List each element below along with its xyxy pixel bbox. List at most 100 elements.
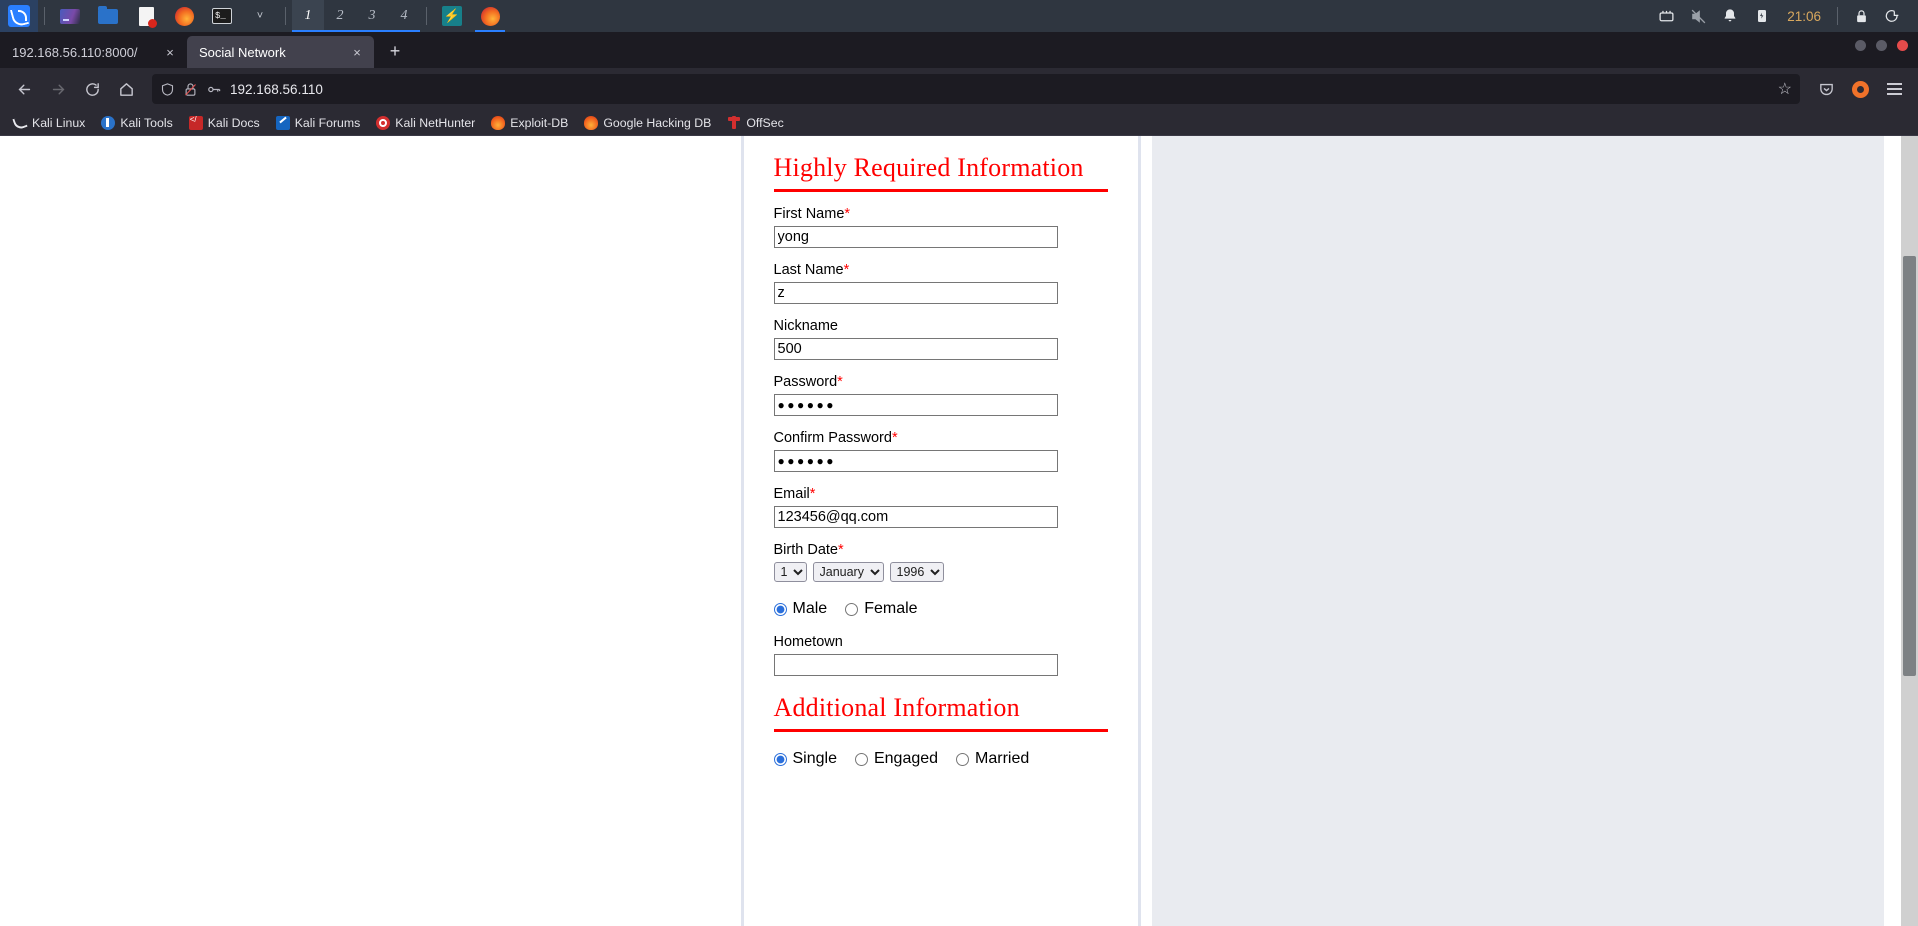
tab-close-icon[interactable]: × [161,43,179,61]
relationship-married-label: Married [975,750,1030,767]
text-editor-icon[interactable] [127,0,165,32]
bookmark-offsec[interactable]: OffSec [720,114,790,132]
last-name-input[interactable] [773,282,1058,304]
relationship-married-radio[interactable] [956,752,970,766]
field-last-name: Last Name* [773,262,1108,304]
bookmark-kali-forums[interactable]: Kali Forums [269,114,368,132]
birth-year-select[interactable]: 1996 [889,562,944,582]
network-icon[interactable] [1651,0,1681,32]
home-button[interactable] [110,73,142,105]
window-controls [1855,40,1908,51]
required-asterisk: * [844,206,851,222]
page-scrollbar[interactable] [1901,136,1918,926]
file-manager-icon[interactable] [89,0,127,32]
gender-male-radio[interactable] [773,602,787,616]
bookmark-label: Kali Linux [32,115,86,130]
relationship-option-single[interactable]: Single [773,750,837,768]
confirm-password-input[interactable] [773,450,1058,472]
relationship-single-radio[interactable] [773,752,787,766]
workspace-switcher-icon[interactable] [51,0,89,32]
workspace-1[interactable]: 1 [292,0,324,32]
kali-menu-icon[interactable] [0,0,38,32]
signup-form-container: Highly Required Information First Name* … [740,136,1141,926]
kali-tools-icon [101,115,116,130]
clock[interactable]: 21:06 [1779,9,1829,24]
back-button[interactable] [8,73,40,105]
maximize-button[interactable] [1876,40,1887,51]
field-birth-date: Birth Date* 1 January 1996 [773,542,1108,582]
password-label: Password* [773,374,843,390]
bookmark-kali-linux[interactable]: Kali Linux [6,114,92,132]
tab-social-network[interactable]: Social Network × [187,36,374,68]
extension-orange-icon[interactable] [1844,73,1876,105]
required-asterisk: * [843,262,850,278]
tab-close-icon[interactable]: × [348,43,366,61]
tray-divider [1837,7,1838,25]
tab-192-168-56-110-8000[interactable]: 192.168.56.110:8000/ × [0,36,187,68]
bookmark-label: Exploit-DB [510,115,569,130]
relationship-radio-group: Single Engaged Married [773,750,1108,768]
volume-muted-icon[interactable] [1683,0,1713,32]
bookmark-google-hacking-db[interactable]: Google Hacking DB [577,114,718,132]
hometown-input[interactable] [773,654,1058,676]
zap-window-icon[interactable]: ⚡ [433,0,471,32]
gender-female-radio[interactable] [845,602,859,616]
bell-icon[interactable] [1715,0,1745,32]
close-window-button[interactable] [1897,40,1908,51]
relationship-option-married[interactable]: Married [956,750,1029,768]
bookmark-label: Kali NetHunter [395,115,476,130]
google-hacking-db-icon [584,115,599,130]
kali-docs-icon [188,115,203,130]
bookmark-star-icon[interactable]: ☆ [1778,79,1792,99]
nickname-input[interactable] [773,338,1058,360]
first-name-input[interactable] [773,226,1058,248]
bookmark-kali-nethunter[interactable]: Kali NetHunter [369,114,482,132]
email-input[interactable] [773,506,1058,528]
relationship-engaged-radio[interactable] [854,752,868,766]
minimize-button[interactable] [1855,40,1866,51]
chevron-down-icon[interactable]: ˅ [241,0,279,32]
bookmark-exploit-db[interactable]: Exploit-DB [484,114,575,132]
kali-dragon-icon [13,116,27,130]
bookmark-kali-tools[interactable]: Kali Tools [94,114,179,132]
gender-male-label: Male [792,600,828,617]
address-bar[interactable]: 192.168.56.110 ☆ [152,74,1800,104]
scrollbar-thumb[interactable] [1903,256,1916,676]
key-icon[interactable] [206,82,222,97]
reload-button[interactable] [76,73,108,105]
pocket-icon[interactable] [1810,73,1842,105]
shield-icon[interactable] [160,82,175,97]
birth-month-select[interactable]: January [812,562,884,582]
relationship-option-engaged[interactable]: Engaged [854,750,938,768]
terminal-glyph: $_ [212,8,232,24]
workspace-4[interactable]: 4 [388,0,420,32]
bookmark-label: Kali Docs [207,115,260,130]
bookmark-kali-docs[interactable]: Kali Docs [182,114,267,132]
lock-icon[interactable] [1846,0,1876,32]
birth-day-select[interactable]: 1 [773,562,807,582]
last-name-label: Last Name* [773,262,850,278]
field-confirm-password: Confirm Password* [773,430,1108,472]
logout-icon[interactable] [1878,0,1908,32]
gender-option-female[interactable]: Female [845,600,918,618]
tab-title: 192.168.56.110:8000/ [12,44,138,60]
url-text[interactable]: 192.168.56.110 [230,82,1770,97]
terminal-icon[interactable]: $_ [203,0,241,32]
battery-icon[interactable] [1747,0,1777,32]
page-right-margin [1152,136,1884,926]
kali-nethunter-icon [376,115,391,130]
hamburger-menu-icon[interactable] [1878,73,1910,105]
field-first-name: First Name* [773,206,1108,248]
email-label: Email* [773,486,816,502]
gender-option-male[interactable]: Male [773,600,828,618]
forward-button[interactable] [42,73,74,105]
new-tab-button[interactable]: + [380,37,410,65]
firefox-icon[interactable] [165,0,203,32]
workspace-3[interactable]: 3 [356,0,388,32]
password-input[interactable] [773,394,1058,416]
birth-date-label: Birth Date* [773,542,844,558]
gender-radio-group: Male Female [773,600,1108,618]
workspace-2[interactable]: 2 [324,0,356,32]
firefox-window-icon[interactable] [471,0,509,32]
lock-crossed-icon[interactable] [183,82,198,97]
